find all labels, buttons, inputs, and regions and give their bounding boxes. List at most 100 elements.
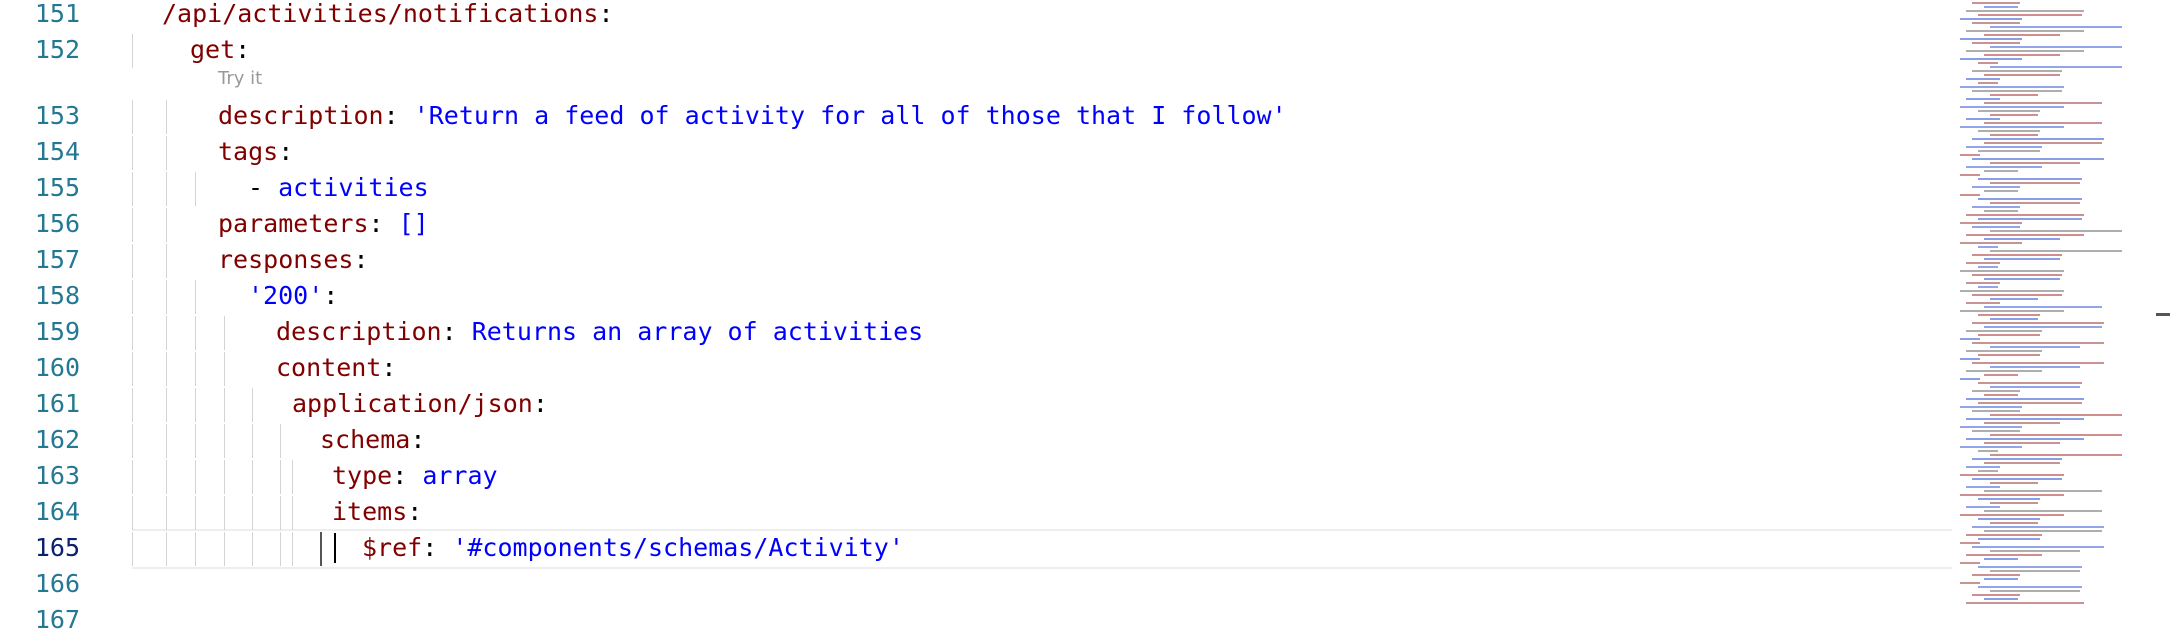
indent-guide — [132, 172, 133, 206]
indent-guide — [132, 352, 133, 386]
minimap-line — [1966, 506, 2000, 508]
minimap-line — [1960, 242, 2022, 244]
minimap-line — [1990, 522, 2038, 524]
code-line[interactable]: $ref: '#components/schemas/Activity' — [362, 530, 1950, 566]
scrollbar-marker[interactable] — [2156, 313, 2170, 316]
indent-guide — [224, 460, 225, 494]
yaml-key: get — [190, 35, 236, 64]
indent-guide — [195, 280, 196, 314]
minimap-line — [1966, 330, 2042, 332]
line-number: 151 — [34, 0, 80, 28]
yaml-punctuation: : — [598, 0, 614, 28]
minimap-line — [1984, 374, 2018, 376]
yaml-punctuation: : — [323, 281, 339, 310]
indent-guide — [166, 424, 167, 458]
minimap-line — [1960, 126, 2064, 128]
minimap-line — [1966, 418, 2084, 420]
code-line[interactable]: responses: — [218, 242, 1950, 278]
code-line[interactable]: description: 'Return a feed of activity … — [218, 98, 1950, 134]
indent-guide — [195, 532, 196, 566]
minimap-line — [1978, 266, 1998, 268]
minimap-line — [1978, 450, 1998, 452]
indent-guide — [195, 352, 196, 386]
code-line[interactable]: '200': — [248, 278, 1950, 314]
indent-guide — [252, 388, 253, 422]
minimap-line — [1984, 34, 2060, 36]
indent-guide — [166, 280, 167, 314]
minimap-line — [1966, 302, 2000, 304]
minimap-line — [1972, 362, 2104, 364]
code-editor[interactable]: 151 152 153 154 155 156 157 158 159 160 161 162 163 1… — [0, 0, 2170, 634]
minimap-line — [1984, 598, 2018, 600]
line-number-gutter: 151 152 153 154 155 156 157 158 159 160 161 162 163 1… — [0, 0, 90, 634]
indent-guide — [132, 280, 133, 314]
minimap-line — [1990, 434, 2122, 436]
minimap-line — [1960, 270, 2064, 272]
line-number: 152 — [34, 35, 80, 64]
minimap-line — [1972, 206, 2020, 208]
yaml-punctuation: : — [278, 137, 294, 166]
line-number: 155 — [34, 173, 80, 202]
code-line[interactable]: content: — [276, 350, 1950, 386]
minimap-line — [1972, 70, 2062, 72]
code-line[interactable]: tags: — [218, 134, 1950, 170]
indent-guide — [224, 352, 225, 386]
minimap-line — [1972, 430, 2020, 432]
minimap-line — [1972, 138, 2104, 140]
minimap-line — [1984, 510, 2102, 512]
minimap-line — [1990, 230, 2122, 232]
yaml-punctuation: - — [248, 173, 279, 202]
minimap-line — [1972, 90, 2062, 92]
yaml-key: application/json — [292, 389, 533, 418]
code-line[interactable]: get: — [190, 32, 1950, 68]
code-line[interactable]: - activities — [248, 170, 1950, 206]
yaml-punctuation: : — [383, 101, 414, 130]
minimap-line — [1972, 390, 2020, 392]
code-line[interactable]: items: — [332, 494, 1950, 530]
minimap-line — [1966, 234, 2084, 236]
minimap-line — [1972, 294, 2062, 296]
code-line[interactable] — [162, 602, 1950, 638]
yaml-value: 'Return a feed of activity for all of th… — [413, 101, 1287, 130]
minimap-line — [1972, 186, 2020, 188]
minimap-line — [1984, 74, 2060, 76]
indent-guide — [280, 496, 281, 530]
minimap-line — [1978, 314, 2040, 316]
code-line[interactable]: schema: — [320, 422, 1950, 458]
code-line[interactable]: type: array — [332, 458, 1950, 494]
yaml-key: description — [276, 317, 442, 346]
indent-guide — [166, 100, 167, 134]
minimap-line — [1990, 162, 2080, 164]
minimap-line — [1966, 146, 2042, 148]
minimap-line — [1966, 534, 2042, 536]
indent-guide — [132, 34, 133, 68]
minimap-line — [1972, 546, 2104, 548]
indent-guide — [252, 496, 253, 530]
indent-guide — [252, 424, 253, 458]
minimap-line — [1966, 262, 2000, 264]
indent-guide — [132, 532, 133, 566]
minimap[interactable] — [1952, 0, 2170, 612]
minimap-line — [1978, 198, 2082, 200]
yaml-key: $ref — [362, 533, 423, 562]
line-number: 162 — [34, 425, 80, 454]
code-line[interactable]: application/json: — [292, 386, 1950, 422]
indent-guide — [132, 244, 133, 278]
code-line[interactable]: description: Returns an array of activit… — [276, 314, 1950, 350]
code-area[interactable]: /api/activities/notifications: get: descri… — [132, 0, 1950, 612]
code-line[interactable]: parameters: [] — [218, 206, 1950, 242]
minimap-line — [1990, 550, 2080, 552]
minimap-line — [1972, 574, 2020, 576]
indent-guide — [166, 208, 167, 242]
indent-guide — [166, 244, 167, 278]
code-line[interactable]: /api/activities/notifications: — [162, 0, 1950, 32]
minimap-line — [1990, 250, 2122, 252]
code-line[interactable] — [162, 566, 1950, 602]
minimap-line — [1984, 306, 2102, 308]
minimap-line — [1978, 110, 2040, 112]
yaml-key: type — [332, 461, 393, 490]
minimap-line — [1990, 134, 2038, 136]
minimap-line — [1966, 214, 2084, 216]
yaml-value: '#components/schemas/Activity' — [452, 533, 904, 562]
minimap-line — [1960, 222, 2022, 224]
